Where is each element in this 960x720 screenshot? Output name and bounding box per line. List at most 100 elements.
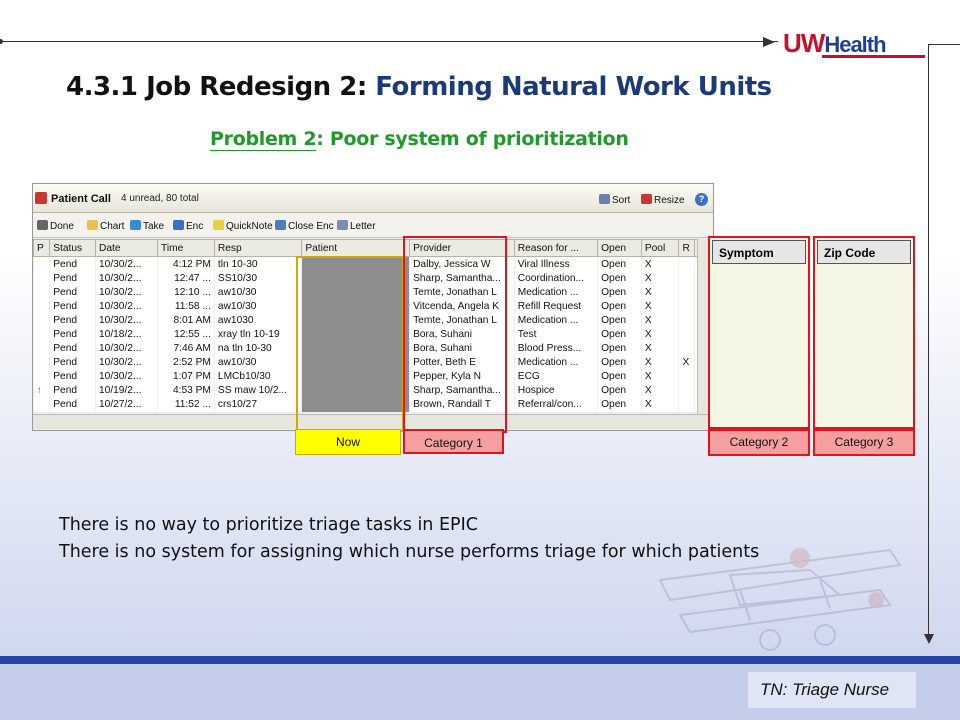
x-icon	[37, 220, 48, 230]
enc-button[interactable]: Enc	[173, 220, 203, 232]
close-enc-button[interactable]: Close Enc	[275, 220, 334, 232]
cell-reason: ECG	[514, 369, 599, 384]
cell-date: 10/30/2...	[95, 313, 158, 328]
cell-pool: X	[641, 256, 680, 272]
cell-date: 10/27/2...	[95, 397, 158, 413]
cell-open: Open	[597, 383, 642, 398]
cell-reason: Refill Request	[514, 299, 599, 314]
cell-open: Open	[597, 313, 642, 328]
top-divider-line	[0, 41, 778, 42]
right-line-arrow-icon	[924, 634, 934, 644]
category2-label: Category 2	[708, 429, 810, 456]
category3-label: Category 3	[813, 429, 915, 456]
column-header[interactable]: Date	[94, 239, 158, 257]
cell-date: 10/30/2...	[95, 256, 158, 272]
sort-button[interactable]: Sort	[599, 194, 630, 206]
cell-resp: aw10/30	[214, 299, 303, 314]
right-line-top	[928, 44, 960, 45]
sort-label: Sort	[612, 195, 631, 206]
cell-pool: X	[641, 299, 680, 314]
cell-r	[678, 256, 695, 272]
cell-reason: Medication ...	[514, 313, 599, 328]
window-title: Patient Call	[51, 193, 111, 205]
title-number: 4.3.1 Job Redesign 2:	[66, 72, 367, 102]
chart-button[interactable]: Chart	[87, 220, 124, 232]
note-icon	[213, 220, 224, 230]
cell-date: 10/18/2...	[95, 327, 158, 342]
zip-code-header: Zip Code	[817, 240, 911, 264]
cell-pool: X	[641, 313, 680, 328]
cell-p	[33, 341, 51, 356]
cell-resp: SS10/30	[214, 271, 303, 286]
chart-label: Chart	[100, 221, 125, 232]
sort-icon	[599, 194, 610, 204]
now-highlight-box	[296, 256, 404, 432]
cell-date: 10/30/2...	[95, 369, 158, 384]
logo-uw: UW	[783, 28, 825, 58]
slide-subtitle: Problem 2: Poor system of prioritization	[210, 128, 629, 151]
cell-status: Pend	[49, 327, 96, 342]
cell-r	[678, 369, 695, 384]
cell-status: Pend	[49, 299, 96, 314]
column-header[interactable]: Resp	[213, 239, 303, 257]
folder-icon	[87, 220, 98, 230]
column-header[interactable]: Time	[156, 239, 215, 257]
cell-resp: SS maw 10/2...	[214, 383, 303, 398]
letter-button[interactable]: Letter	[337, 220, 376, 232]
category1-label: Category 1	[403, 429, 504, 454]
now-label: Now	[295, 429, 401, 455]
cell-r	[678, 299, 695, 314]
cell-pool: X	[641, 285, 680, 300]
cell-reason: Coordination...	[514, 271, 599, 286]
column-header[interactable]: R	[678, 239, 695, 257]
cell-time: 4:12 PM	[157, 256, 215, 272]
biplane-watermark	[658, 548, 902, 651]
cell-pool: X	[641, 271, 680, 286]
cell-time: 11:58 ...	[157, 299, 215, 314]
cell-resp: aw1030	[214, 313, 303, 328]
column-header[interactable]: Status	[49, 239, 96, 257]
cell-time: 11:52 ...	[157, 397, 215, 413]
cell-resp: LMCb10/30	[214, 369, 303, 384]
column-header[interactable]: Patient	[301, 239, 411, 257]
cell-time: 12:55 ...	[157, 327, 215, 342]
column-header[interactable]: Open	[597, 239, 642, 257]
letter-icon	[337, 220, 348, 230]
done-button[interactable]: Done	[37, 220, 74, 232]
patient-call-icon	[35, 192, 47, 204]
title-topic: Forming Natural Work Units	[375, 72, 772, 102]
table-header-row: P Status Date Time Resp Patient Provider Reason…	[33, 239, 710, 257]
top-line-arrow-icon	[763, 37, 775, 47]
cell-open: Open	[597, 285, 642, 300]
logo-underline	[822, 55, 925, 58]
cell-r	[678, 271, 695, 286]
cell-time: 7:46 AM	[157, 341, 215, 356]
cell-pool: X	[641, 397, 680, 413]
cell-open: Open	[597, 397, 642, 413]
resize-button[interactable]: Resize	[641, 194, 685, 206]
quicknote-button[interactable]: QuickNote	[213, 220, 273, 232]
cell-date: 10/30/2...	[95, 341, 158, 356]
cell-p	[33, 355, 51, 370]
cell-reason: Test	[514, 327, 599, 342]
enc-label: Enc	[186, 221, 204, 232]
window-header: Patient Call 4 unread, 80 total Sort Res…	[33, 184, 713, 213]
cell-resp: xray tln 10-19	[214, 327, 303, 342]
close-encounter-icon	[275, 220, 286, 230]
cell-time: 12:47 ...	[157, 271, 215, 286]
column-header[interactable]: Pool	[640, 239, 680, 257]
cell-resp: na tln 10-30	[214, 341, 303, 356]
cell-resp: tln 10-30	[214, 256, 303, 272]
quicknote-label: QuickNote	[226, 221, 273, 232]
take-button[interactable]: Take	[130, 220, 164, 232]
column-header[interactable]: P	[33, 239, 51, 257]
cell-date: 10/19/2...	[95, 383, 158, 398]
close-enc-label: Close Enc	[288, 221, 334, 232]
cell-p: ↑	[33, 383, 51, 398]
bottom-band	[0, 656, 960, 664]
help-icon[interactable]: ?	[695, 193, 708, 206]
cell-date: 10/30/2...	[95, 285, 158, 300]
cell-pool: X	[641, 369, 680, 384]
column-header[interactable]: Reason for ...	[513, 239, 599, 257]
cell-time: 2:52 PM	[157, 355, 215, 370]
